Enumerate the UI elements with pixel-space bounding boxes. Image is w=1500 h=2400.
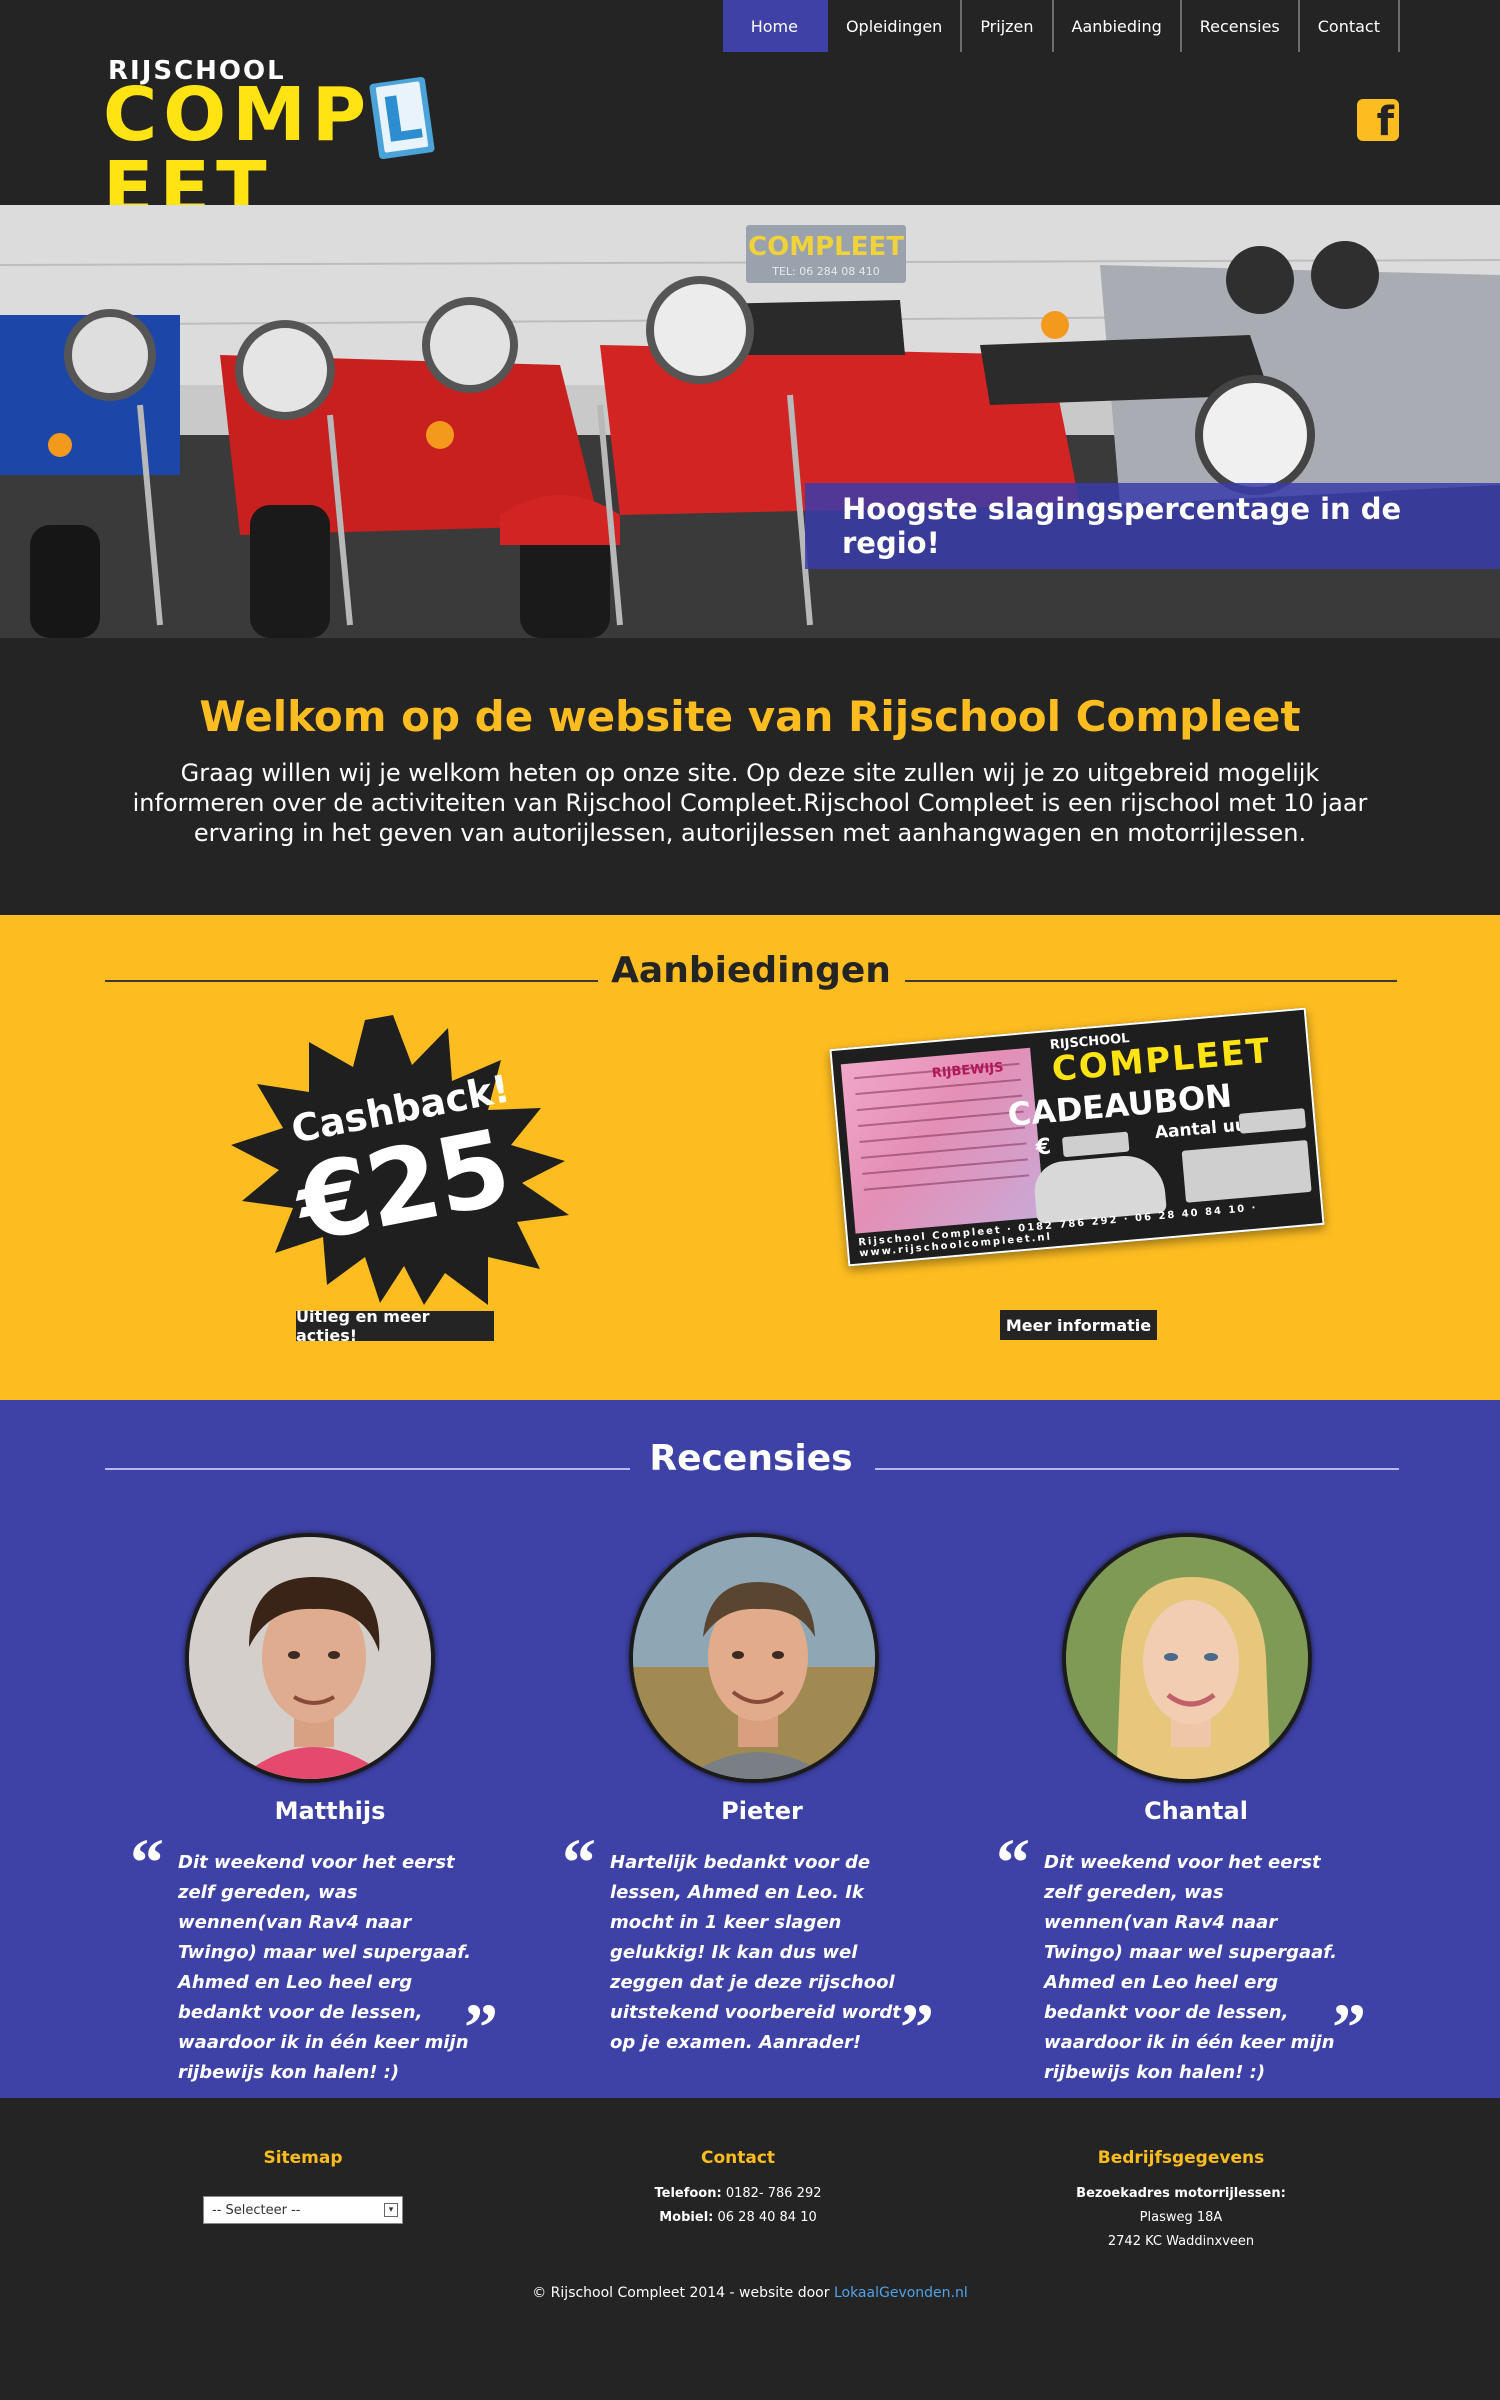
hero-slogan: Hoogste slagingspercentage in de regio! xyxy=(805,483,1500,569)
logo-main-text: COMP L EET xyxy=(103,76,533,226)
voucher-euro: € xyxy=(1034,1134,1053,1161)
reviews-section: Recensies Matthijs “ Dit weekend voor he… xyxy=(0,1400,1500,2098)
avatar xyxy=(629,1533,879,1783)
license-card: RIJBEWIJS xyxy=(840,1047,1045,1234)
open-quote-icon: “ xyxy=(130,1824,164,1900)
credit-link[interactable]: LokaalGevonden.nl xyxy=(834,2285,968,2301)
close-quote-icon: ” xyxy=(1332,1989,1366,2065)
reviews-title: Recensies xyxy=(649,1438,853,1479)
cashback-info-button[interactable]: Uitleg en meer acties! xyxy=(296,1307,494,1345)
contact-title: Contact xyxy=(700,2148,776,2168)
site-footer: Sitemap -- Selecteer -- ▾ Contact Telefo… xyxy=(0,2098,1500,2400)
phone-label: Telefoon: xyxy=(654,2186,722,2201)
reviewer-name: Chantal xyxy=(1144,1797,1248,1825)
review-card: Matthijs “ Dit weekend voor het eerst ze… xyxy=(130,1533,530,2083)
review-text: Dit weekend voor het eerst zelf gereden,… xyxy=(1044,1852,1337,2083)
address-city: 2742 KC Waddinxveen xyxy=(1107,2234,1255,2249)
review-card: Chantal “ Dit weekend voor het eerst zel… xyxy=(996,1533,1396,2083)
cashback-badge[interactable]: Cashback! €25 xyxy=(205,1015,581,1305)
sitemap-select-value: -- Selecteer -- xyxy=(212,2203,301,2218)
nav-opleidingen[interactable]: Opleidingen xyxy=(828,0,963,52)
welcome-title: Welkom op de website van Rijschool Compl… xyxy=(199,692,1301,741)
hero-sign-phone: TEL: 06 284 08 410 xyxy=(771,265,879,278)
review-text: Hartelijk bedankt voor de lessen, Ahmed … xyxy=(610,1852,901,2053)
hero-banner-image: COMPLEET TEL: 06 284 08 410 Hoogste slag… xyxy=(0,205,1500,638)
motorcycles-photo: COMPLEET TEL: 06 284 08 410 xyxy=(0,205,1500,638)
chevron-down-icon: ▾ xyxy=(384,2203,398,2217)
reviewer-name: Matthijs xyxy=(274,1797,386,1825)
voucher-info-button[interactable]: Meer informatie xyxy=(1000,1310,1157,1340)
nav-prijzen[interactable]: Prijzen xyxy=(962,0,1054,52)
mobile-label: Mobiel: xyxy=(659,2210,714,2225)
address-street: Plasweg 18A xyxy=(1139,2210,1223,2225)
offers-heading: Aanbiedingen xyxy=(105,950,1397,1010)
reviewer-name: Pieter xyxy=(721,1797,803,1825)
offers-title: Aanbiedingen xyxy=(611,950,891,991)
phone-line: Telefoon: 0182- 786 292 xyxy=(528,2182,948,2206)
site-header: RIJSCHOOL COMP L EET Home Opleidingen Prij… xyxy=(0,0,1500,226)
close-quote-icon: ” xyxy=(900,1989,934,2065)
mobile-number: 06 28 40 84 10 xyxy=(717,2210,817,2225)
open-quote-icon: “ xyxy=(996,1824,1030,1900)
copyright-text: © Rijschool Compleet 2014 - website door xyxy=(532,2285,830,2301)
footer-sitemap: Sitemap -- Selecteer -- ▾ xyxy=(93,2148,513,2224)
company-title: Bedrijfsgegevens xyxy=(1097,2148,1265,2168)
gift-voucher-image[interactable]: RIJBEWIJS RIJSCHOOL COMPLEET CADEAUBON €… xyxy=(829,1007,1325,1267)
reviews-heading: Recensies xyxy=(105,1438,1399,1498)
sitemap-select[interactable]: -- Selecteer -- ▾ xyxy=(203,2196,403,2224)
logo-l-plate: L xyxy=(369,76,436,160)
avatar xyxy=(185,1533,435,1783)
nav-recensies[interactable]: Recensies xyxy=(1182,0,1300,52)
main-nav: Home Opleidingen Prijzen Aanbieding Rece… xyxy=(722,0,1400,52)
footer-contact: Contact Telefoon: 0182- 786 292 Mobiel: … xyxy=(528,2148,948,2230)
welcome-section: Welkom op de website van Rijschool Compl… xyxy=(0,638,1500,915)
heading-rule-right xyxy=(875,1468,1399,1470)
address-label: Bezoekadres motorrijlessen: xyxy=(1076,2186,1286,2201)
copyright: © Rijschool Compleet 2014 - website door… xyxy=(0,2285,1500,2301)
voucher-note-box xyxy=(1181,1139,1312,1203)
heading-rule-right xyxy=(905,980,1397,982)
avatar xyxy=(1062,1533,1312,1783)
mobile-line: Mobiel: 06 28 40 84 10 xyxy=(528,2206,948,2230)
hero-sign-text: COMPLEET xyxy=(748,232,904,262)
nav-aanbieding[interactable]: Aanbieding xyxy=(1054,0,1182,52)
facebook-icon[interactable]: f xyxy=(1357,99,1399,145)
open-quote-icon: “ xyxy=(562,1824,596,1900)
sitemap-title: Sitemap xyxy=(263,2148,343,2168)
voucher-hours-box xyxy=(1238,1108,1307,1134)
review-text: Dit weekend voor het eerst zelf gereden,… xyxy=(178,1852,471,2083)
welcome-text: Graag willen wij je welkom heten op onze… xyxy=(132,759,1368,847)
phone-number: 0182- 786 292 xyxy=(725,2186,822,2201)
nav-home[interactable]: Home xyxy=(722,0,828,52)
review-card: Pieter “ Hartelijk bedankt voor de lesse… xyxy=(562,1533,962,2065)
nav-contact[interactable]: Contact xyxy=(1300,0,1400,52)
voucher-amount-box xyxy=(1061,1131,1130,1158)
offers-section: Aanbiedingen Cashback! €25 Uitleg en mee… xyxy=(0,915,1500,1400)
footer-company: Bedrijfsgegevens Bezoekadres motorrijles… xyxy=(971,2148,1391,2254)
close-quote-icon: ” xyxy=(464,1989,498,2065)
site-logo[interactable]: RIJSCHOOL COMP L EET xyxy=(103,56,533,226)
